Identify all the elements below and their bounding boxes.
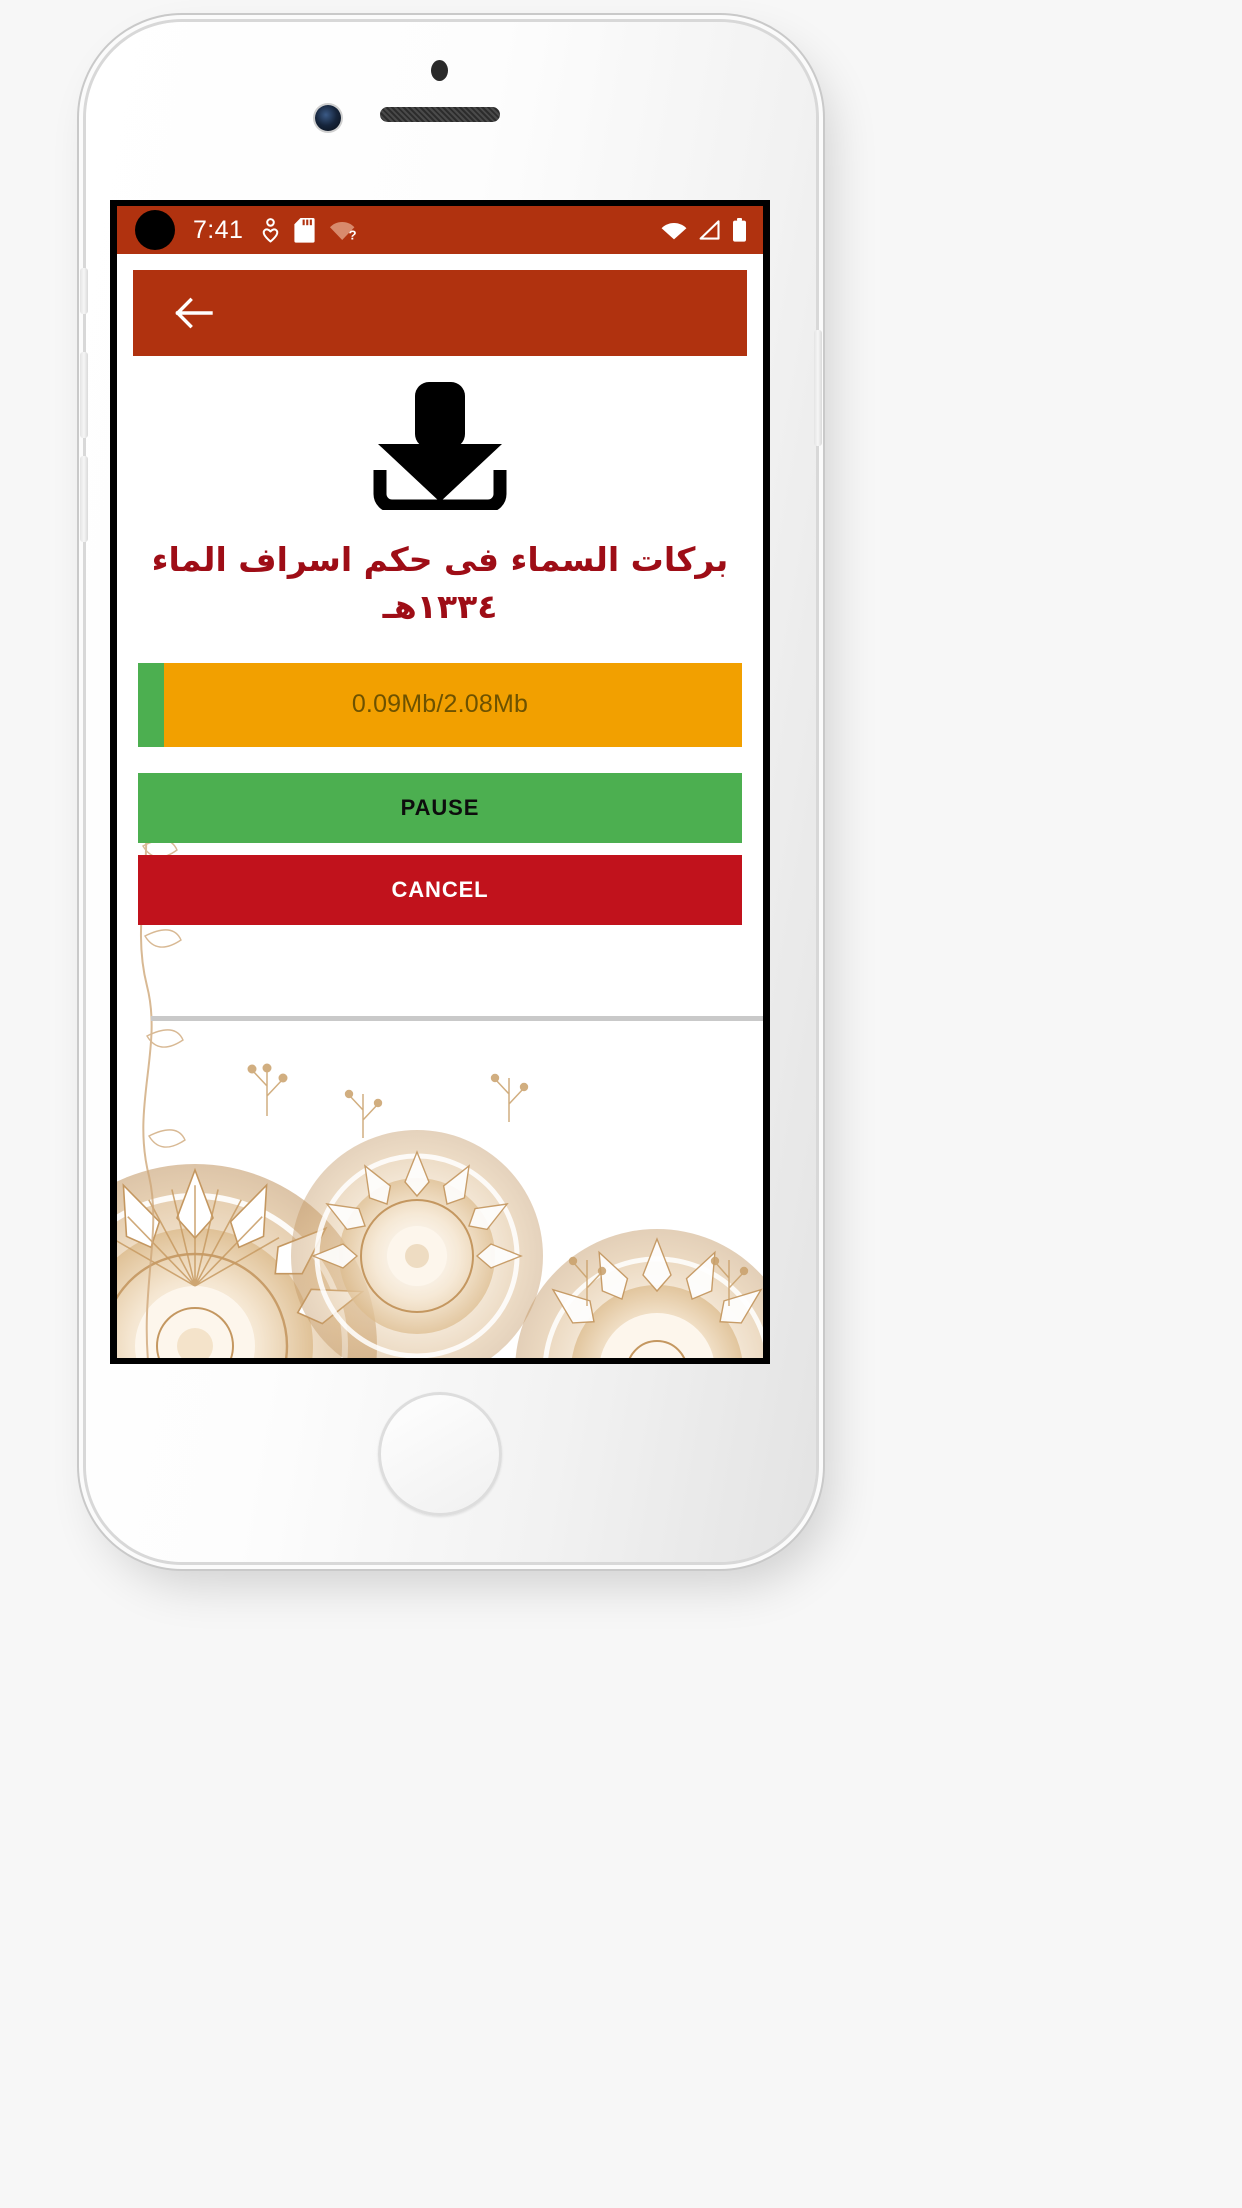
mandala-right <box>515 1229 763 1358</box>
home-button[interactable] <box>378 1392 502 1516</box>
front-camera-icon <box>315 105 341 131</box>
mandala-mid <box>291 1130 543 1358</box>
status-bar-left-icons: ? <box>261 217 356 243</box>
download-icon <box>117 356 763 510</box>
back-arrow-glyph <box>175 297 213 329</box>
mandala-large-left <box>117 1164 377 1358</box>
camera-punch-hole-icon <box>135 210 175 250</box>
sd-card-icon <box>294 218 315 243</box>
status-bar: 7:41 ? <box>117 206 763 254</box>
download-progress-bar: 0.09Mb/2.08Mb <box>138 662 742 747</box>
back-arrow-icon[interactable] <box>173 296 217 330</box>
book-title: بركات السماء فى حكم اسراف الماء <box>151 540 729 579</box>
pause-button[interactable]: PAUSE <box>138 772 742 843</box>
download-icon-glyph <box>373 382 507 510</box>
wifi-icon <box>661 223 687 240</box>
download-screen: بركات السماء فى حكم اسراف الماء ١٣٣٤هـ 0… <box>117 356 763 1358</box>
volume-down-button[interactable] <box>80 456 88 542</box>
battery-icon <box>733 218 746 242</box>
location-heart-icon <box>262 217 279 242</box>
ornament-sprigs <box>247 1063 749 1306</box>
earpiece-speaker-icon <box>380 107 500 122</box>
book-year: ١٣٣٤هـ <box>382 586 498 626</box>
phone-screen: 7:41 ? بركات السماء فى حكم اسراف الماء ١… <box>110 200 770 1364</box>
section-divider <box>151 1016 763 1021</box>
signal-icon <box>699 220 720 240</box>
cancel-button[interactable]: CANCEL <box>138 854 742 925</box>
app-bar <box>133 270 747 356</box>
status-bar-clock: 7:41 <box>193 215 244 244</box>
status-bar-right-icons <box>661 218 747 242</box>
volume-up-button[interactable] <box>80 352 88 438</box>
power-button[interactable] <box>814 330 822 446</box>
svg-text:?: ? <box>349 228 356 243</box>
silent-switch[interactable] <box>80 268 88 314</box>
phone-mockup-stage: 7:41 ? بركات السماء فى حكم اسراف الماء ١… <box>0 0 1242 2208</box>
proximity-sensor-icon <box>431 60 448 81</box>
wifi-unknown-icon: ? <box>330 222 356 243</box>
download-progress-label: 0.09Mb/2.08Mb <box>351 690 529 719</box>
